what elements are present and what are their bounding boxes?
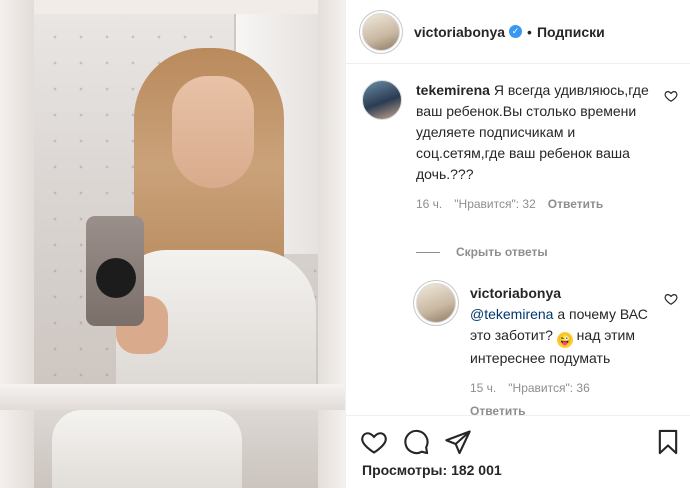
reply-avatar[interactable] xyxy=(416,283,456,323)
commenter-avatar[interactable] xyxy=(362,80,402,120)
comments-list: tekemirena Я всегда удивляюсь,где ваш ре… xyxy=(362,80,682,422)
reply-item: victoriabonya @tekemirena а почему ВАС э… xyxy=(416,283,682,422)
post-header: victoriabonya ✓ • Подписки xyxy=(346,0,690,64)
reply-mention[interactable]: @tekemirena xyxy=(470,306,553,322)
winking-tongue-emoji-icon: 😜 xyxy=(556,332,573,348)
follow-status-button[interactable]: Подписки xyxy=(537,24,605,40)
verified-badge-icon: ✓ xyxy=(509,25,523,38)
comment-likes[interactable]: "Нравится": 32 xyxy=(454,194,536,215)
hide-replies-line xyxy=(416,251,440,253)
reply-time[interactable]: 15 ч. xyxy=(470,378,496,399)
views-number: 182 001 xyxy=(451,462,502,478)
mirror-frame xyxy=(0,384,345,410)
comment-heart-icon[interactable] xyxy=(664,89,678,103)
comment-text: tekemirena Я всегда удивляюсь,где ваш ре… xyxy=(416,80,656,185)
hide-replies-label: Скрыть ответы xyxy=(456,245,548,259)
reply-author[interactable]: victoriabonya xyxy=(470,285,561,301)
reply-text: victoriabonya @tekemirena а почему ВАС э… xyxy=(470,283,650,369)
comment-author[interactable]: tekemirena xyxy=(416,82,490,98)
share-icon[interactable] xyxy=(444,428,472,456)
comment-reply-button[interactable]: Ответить xyxy=(548,194,603,215)
separator-dot: • xyxy=(527,23,532,40)
post-actions-bar xyxy=(346,415,690,465)
author-avatar[interactable] xyxy=(362,12,400,51)
views-label: Просмотры: xyxy=(362,462,448,478)
reply-likes[interactable]: "Нравится": 36 xyxy=(508,378,590,399)
mirror-reflection xyxy=(34,14,318,384)
bookmark-icon[interactable] xyxy=(654,428,682,456)
reply-heart-icon[interactable] xyxy=(664,292,678,306)
comment-icon[interactable] xyxy=(402,428,430,456)
hide-replies-button[interactable]: Скрыть ответы xyxy=(416,245,682,259)
comment-meta: 16 ч. "Нравится": 32 Ответить xyxy=(416,194,656,215)
comment-item: tekemirena Я всегда удивляюсь,где ваш ре… xyxy=(362,80,682,215)
author-username[interactable]: victoriabonya xyxy=(414,24,505,40)
post-sidebar: victoriabonya ✓ • Подписки tekemirena Я … xyxy=(345,0,690,488)
comment-time[interactable]: 16 ч. xyxy=(416,194,442,215)
heart-icon[interactable] xyxy=(360,428,388,456)
post-photo[interactable] xyxy=(0,0,345,488)
views-count: Просмотры: 182 001 xyxy=(362,462,502,478)
